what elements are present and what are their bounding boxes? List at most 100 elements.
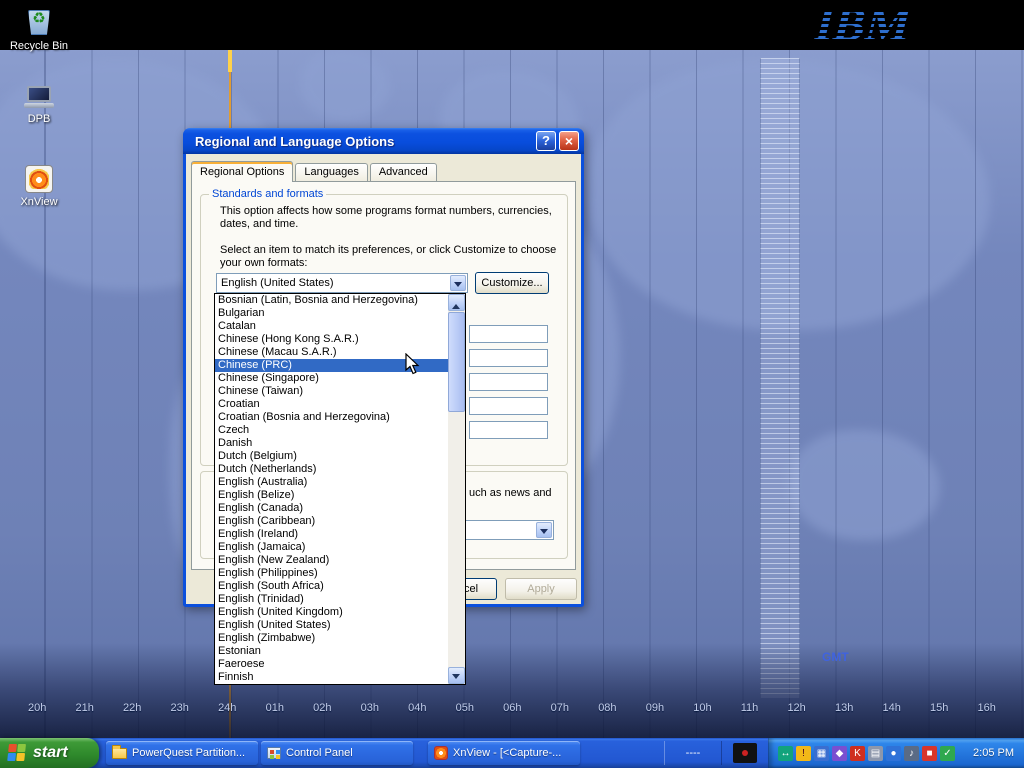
desktop-icon-label: DPB — [8, 113, 70, 125]
task-label: XnView - [<Capture-... — [453, 747, 561, 759]
start-button[interactable]: start — [0, 738, 99, 768]
sample-field — [469, 349, 548, 367]
timezone-label: 11h — [741, 702, 759, 714]
timezone-label: 03h — [361, 702, 379, 714]
recycle-symbol-icon: ♻ — [24, 11, 54, 26]
list-item[interactable]: Bosnian (Latin, Bosnia and Herzegovina) — [215, 294, 448, 307]
list-item[interactable]: English (South Africa) — [215, 580, 448, 593]
volume-icon[interactable]: ♪ — [904, 746, 919, 761]
apply-button[interactable]: Apply — [505, 578, 577, 600]
list-item[interactable]: English (Ireland) — [215, 528, 448, 541]
customize-button[interactable]: Customize... — [475, 272, 549, 294]
task-label: PowerQuest Partition... — [132, 747, 245, 759]
scrollbar-thumb[interactable] — [448, 312, 465, 412]
list-item[interactable]: Dutch (Netherlands) — [215, 463, 448, 476]
taskbar-task-control-panel[interactable]: Control Panel — [261, 741, 413, 765]
sample-field — [469, 421, 548, 439]
timezone-label: 04h — [408, 702, 426, 714]
list-item[interactable]: English (Zimbabwe) — [215, 632, 448, 645]
timezone-label: 14h — [882, 702, 900, 714]
taskbar-toolbar-icon[interactable] — [733, 743, 757, 763]
list-item[interactable]: English (Trinidad) — [215, 593, 448, 606]
list-item[interactable]: English (Australia) — [215, 476, 448, 489]
format-combobox[interactable]: English (United States) — [216, 273, 468, 293]
timezone-label: 12h — [787, 702, 805, 714]
taskbar-toolbar[interactable]: ---- — [664, 741, 722, 765]
list-item[interactable]: English (Jamaica) — [215, 541, 448, 554]
taskbar-task-xnview[interactable]: XnView - [<Capture-... — [428, 741, 580, 765]
list-item[interactable]: Croatian — [215, 398, 448, 411]
timezone-label: 21h — [76, 702, 94, 714]
tab-advanced[interactable]: Advanced — [370, 163, 437, 181]
timezone-label: 24h — [218, 702, 236, 714]
removable-hardware-icon[interactable]: ↔ — [778, 746, 793, 761]
gmt-label: GMT — [822, 650, 849, 664]
help-button[interactable]: ? — [536, 131, 556, 151]
system-tray: ↔ ! ▦ ◆ K ▤ ● ♪ ■ ✓ 2:05 PM — [768, 738, 1024, 768]
list-item[interactable]: Chinese (Hong Kong S.A.R.) — [215, 333, 448, 346]
tab-strip: Regional Options Languages Advanced — [191, 160, 439, 181]
list-item[interactable]: Estonian — [215, 645, 448, 658]
timezone-label: 07h — [551, 702, 569, 714]
ibm-logo: IBM — [810, 0, 942, 50]
list-item[interactable]: English (Belize) — [215, 489, 448, 502]
scroll-down-button[interactable] — [448, 667, 465, 684]
location-text-fragment: uch as news and — [469, 487, 552, 500]
list-item[interactable]: English (New Zealand) — [215, 554, 448, 567]
list-item[interactable]: English (Philippines) — [215, 567, 448, 580]
scroll-up-button[interactable] — [448, 294, 465, 311]
timezone-label: 16h — [978, 702, 996, 714]
scheduler-icon[interactable]: ▤ — [868, 746, 883, 761]
meridian-marker — [228, 50, 232, 72]
list-item[interactable]: Croatian (Bosnia and Herzegovina) — [215, 411, 448, 424]
list-item[interactable]: Catalan — [215, 320, 448, 333]
timezone-label: 01h — [266, 702, 284, 714]
language-dropdown-list: Bosnian (Latin, Bosnia and Herzegovina) … — [214, 293, 466, 685]
dropdown-scrollbar[interactable] — [448, 294, 465, 684]
graphics-utility-icon[interactable]: ◆ — [832, 746, 847, 761]
tab-regional-options[interactable]: Regional Options — [191, 161, 293, 182]
list-item[interactable]: English (United Kingdom) — [215, 606, 448, 619]
alert-status-icon[interactable]: ■ — [922, 746, 937, 761]
tab-languages[interactable]: Languages — [295, 163, 367, 181]
antivirus-icon[interactable]: K — [850, 746, 865, 761]
taskbar-task-powerquest[interactable]: PowerQuest Partition... — [106, 741, 258, 765]
timezone-label: 06h — [503, 702, 521, 714]
timezone-label-row: 20h 21h 22h 23h 24h 01h 02h 03h 04h 05h … — [0, 702, 1024, 714]
timezone-label: 15h — [930, 702, 948, 714]
dialog-title: Regional and Language Options — [195, 134, 533, 149]
messenger-icon[interactable]: ✓ — [940, 746, 955, 761]
taskbar-clock[interactable]: 2:05 PM — [973, 747, 1014, 759]
display-settings-icon[interactable]: ▦ — [814, 746, 829, 761]
sample-field — [469, 325, 548, 343]
timezone-label: 08h — [598, 702, 616, 714]
combobox-dropdown-arrow-icon[interactable] — [536, 522, 552, 538]
group-title: Standards and formats — [209, 188, 326, 200]
list-item[interactable]: Faeroese — [215, 658, 448, 671]
security-alert-icon[interactable]: ! — [796, 746, 811, 761]
list-item[interactable]: English (Canada) — [215, 502, 448, 515]
list-item[interactable]: Chinese (Taiwan) — [215, 385, 448, 398]
standards-description: This option affects how some programs fo… — [220, 205, 552, 231]
desktop-icon-dpb[interactable]: DPB — [8, 84, 70, 125]
timezone-label: 02h — [313, 702, 331, 714]
desktop-icon-recycle-bin[interactable]: ♻ Recycle Bin — [8, 5, 70, 52]
laptop-screen — [27, 86, 51, 102]
network-status-icon[interactable]: ● — [886, 746, 901, 761]
timezone-label: 20h — [28, 702, 46, 714]
dateline-hatched-band — [760, 58, 800, 698]
recycle-bin-icon: ♻ — [24, 5, 54, 37]
list-item[interactable]: Danish — [215, 437, 448, 450]
list-item[interactable]: Dutch (Belgium) — [215, 450, 448, 463]
list-item[interactable]: English (Caribbean) — [215, 515, 448, 528]
list-item[interactable]: Bulgarian — [215, 307, 448, 320]
desktop-icon-xnview[interactable]: XnView — [8, 165, 70, 208]
timezone-label: 23h — [171, 702, 189, 714]
list-item[interactable]: Finnish — [215, 671, 448, 684]
combobox-dropdown-arrow-icon[interactable] — [450, 275, 466, 291]
close-button[interactable]: × — [559, 131, 579, 151]
desktop-icon-label: XnView — [8, 196, 70, 208]
dialog-titlebar[interactable]: Regional and Language Options ? × — [183, 128, 584, 154]
list-item[interactable]: Czech — [215, 424, 448, 437]
list-item[interactable]: English (United States) — [215, 619, 448, 632]
